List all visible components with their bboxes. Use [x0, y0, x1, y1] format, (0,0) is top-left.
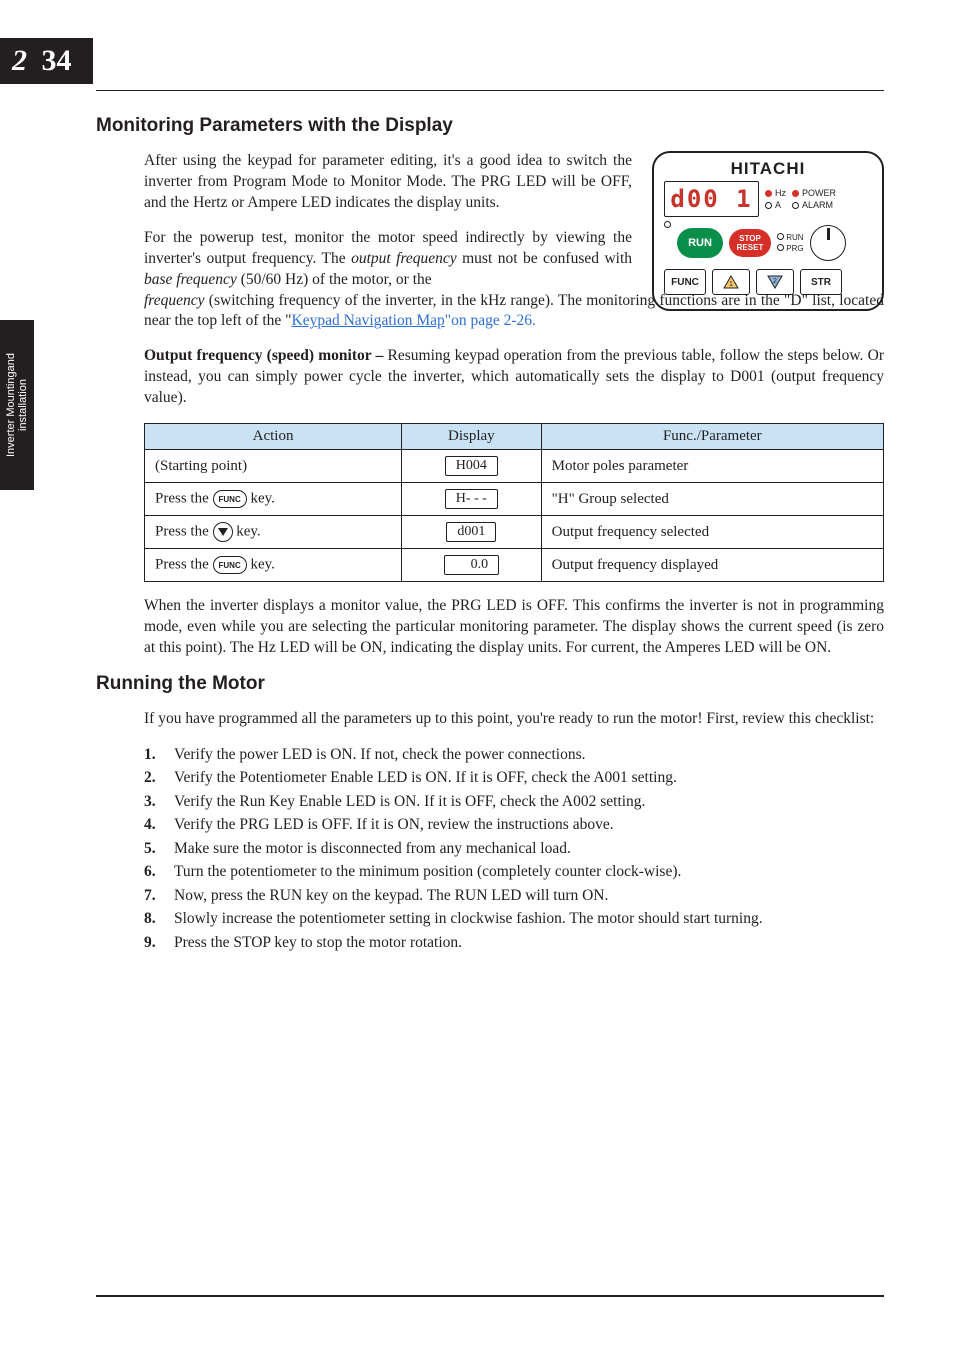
- alarm-led-icon: [792, 202, 799, 209]
- checklist: Verify the power LED is ON. If not, chec…: [144, 744, 884, 954]
- th-action: Action: [145, 424, 402, 450]
- side-tab-label: Inverter Mountingand installation: [5, 353, 29, 457]
- list-item: Verify the Run Key Enable LED is ON. If …: [144, 791, 884, 813]
- list-item: Now, press the RUN key on the keypad. Th…: [144, 885, 884, 907]
- a-led-icon: [765, 202, 772, 209]
- list-item: Slowly increase the potentiometer settin…: [144, 908, 884, 930]
- heading-monitoring: Monitoring Parameters with the Display: [96, 115, 884, 137]
- display-value: H004: [445, 456, 498, 476]
- list-item: Verify the power LED is ON. If not, chec…: [144, 744, 884, 766]
- run-prg-labels: RUN PRG: [777, 232, 804, 254]
- run-indicator-icon: [777, 233, 784, 240]
- keypad-illustration: HITACHI d00 1 Hz A POWER ALARM RUN STOP …: [652, 151, 884, 311]
- display-value: H- - -: [445, 489, 498, 509]
- display-value: d001: [446, 522, 496, 542]
- para-checklist-intro: If you have programmed all the parameter…: [144, 709, 884, 730]
- stop-reset-button[interactable]: STOP RESET: [729, 229, 771, 257]
- para-output-freq: Output frequency (speed) monitor – Resum…: [144, 346, 884, 409]
- svg-text:2: 2: [773, 278, 777, 285]
- display-value: 0.0: [444, 555, 500, 575]
- led-column-right: POWER ALARM: [792, 187, 836, 211]
- page-tab: 2 34: [0, 38, 93, 84]
- func-key-icon: FUNC: [213, 556, 247, 574]
- cell-param: Motor poles parameter: [552, 458, 689, 474]
- up-button[interactable]: 1: [712, 269, 750, 295]
- para-confirm: When the inverter displays a monitor val…: [144, 596, 884, 659]
- a-label: A: [775, 199, 781, 211]
- segment-display: d00 1: [664, 181, 759, 217]
- down-button[interactable]: 2: [756, 269, 794, 295]
- list-item: Verify the Potentiometer Enable LED is O…: [144, 767, 884, 789]
- func-button[interactable]: FUNC: [664, 269, 706, 295]
- page-number: 34: [41, 44, 71, 77]
- rule-top: [96, 90, 884, 91]
- side-tab: Inverter Mountingand installation: [0, 320, 34, 490]
- down-key-icon: [213, 522, 233, 542]
- cell-param: Output frequency selected: [552, 524, 709, 540]
- potentiometer-knob[interactable]: [810, 225, 846, 261]
- power-led-icon: [792, 190, 799, 197]
- list-item: Make sure the motor is disconnected from…: [144, 838, 884, 860]
- chapter-number: 2: [12, 44, 27, 77]
- list-item: Verify the PRG LED is OFF. If it is ON, …: [144, 814, 884, 836]
- cell-action: (Starting point): [155, 458, 247, 474]
- triangle-down-icon: 2: [767, 275, 783, 289]
- para-intro: After using the keypad for parameter edi…: [144, 151, 632, 214]
- th-param: Func./Parameter: [541, 424, 883, 450]
- cell-param: Output frequency displayed: [552, 557, 719, 573]
- table-row: Press the FUNC key. H- - - "H" Group sel…: [145, 483, 884, 516]
- svg-text:1: 1: [729, 281, 733, 288]
- table-row: Press the key. d001 Output frequency sel…: [145, 516, 884, 549]
- cell-param: "H" Group selected: [552, 491, 669, 507]
- run-led-icon: [664, 221, 671, 228]
- prg-indicator-icon: [777, 244, 784, 251]
- param-table: Action Display Func./Parameter (Starting…: [144, 423, 884, 582]
- th-display: Display: [402, 424, 542, 450]
- keypad-logo: HITACHI: [664, 159, 872, 179]
- heading-running: Running the Motor: [96, 673, 884, 695]
- hz-label: Hz: [775, 187, 786, 199]
- list-item: Press the STOP key to stop the motor rot…: [144, 932, 884, 954]
- table-row: Press the FUNC key. 0.0 Output frequency…: [145, 549, 884, 582]
- table-row: (Starting point) H004 Motor poles parame…: [145, 450, 884, 483]
- hz-led-icon: [765, 190, 772, 197]
- func-key-icon: FUNC: [213, 490, 247, 508]
- rule-bottom: [96, 1295, 884, 1297]
- led-column-left: Hz A: [765, 187, 786, 211]
- power-label: POWER: [802, 187, 836, 199]
- alarm-label: ALARM: [802, 199, 833, 211]
- triangle-up-icon: 1: [723, 275, 739, 289]
- str-button[interactable]: STR: [800, 269, 842, 295]
- keypad-nav-map-link[interactable]: Keypad Navigation Map: [292, 312, 445, 329]
- run-button[interactable]: RUN: [677, 228, 723, 258]
- content: Monitoring Parameters with the Display H…: [96, 115, 884, 955]
- list-item: Turn the potentiometer to the minimum po…: [144, 861, 884, 883]
